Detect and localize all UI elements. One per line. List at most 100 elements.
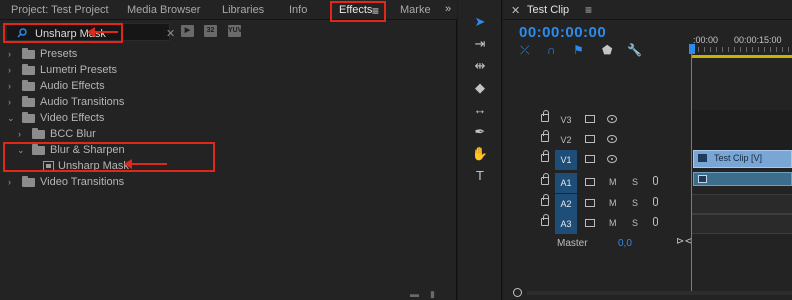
track-lane[interactable]	[692, 130, 792, 150]
track-v3: V3	[503, 110, 792, 130]
new-bin-icon[interactable]: ▬	[410, 289, 419, 299]
track-label[interactable]: A1	[555, 173, 577, 193]
microphone-icon[interactable]	[653, 176, 658, 185]
razor-tool-icon[interactable]: ◆	[471, 80, 489, 96]
microphone-icon[interactable]	[653, 197, 658, 206]
tab-markers[interactable]: Marke	[400, 4, 431, 16]
sync-lock-icon[interactable]	[585, 219, 595, 227]
folder-icon	[32, 128, 45, 139]
chevron-right-icon[interactable]: ›	[8, 65, 16, 75]
panel-menu-icon[interactable]: ≡	[585, 3, 592, 17]
chevron-right-icon[interactable]: ›	[8, 177, 16, 187]
slip-tool-icon[interactable]: ↔	[471, 102, 489, 118]
sync-lock-icon[interactable]	[585, 115, 595, 123]
mute-button[interactable]: M	[609, 177, 617, 187]
selection-tool-icon[interactable]: ➤	[471, 14, 489, 30]
sync-lock-icon[interactable]	[585, 199, 595, 207]
solo-button[interactable]: S	[632, 177, 638, 187]
sync-lock-icon[interactable]	[585, 155, 595, 163]
chevron-right-icon[interactable]: ›	[18, 129, 26, 139]
work-area-bar[interactable]	[692, 55, 792, 58]
solo-button[interactable]: S	[632, 198, 638, 208]
microphone-icon[interactable]	[653, 217, 658, 226]
tree-item-label: Audio Effects	[40, 80, 105, 92]
tab-info[interactable]: Info	[289, 4, 307, 16]
unsharp-mask-arrow	[124, 159, 167, 169]
folder-icon	[22, 48, 35, 59]
add-marker-icon[interactable]: ⬟	[602, 43, 612, 57]
linked-selection-icon[interactable]: ⚑	[573, 43, 584, 57]
settings-wrench-icon[interactable]: 🔧	[627, 43, 642, 57]
close-icon[interactable]: ✕	[511, 4, 520, 17]
lock-icon[interactable]	[541, 110, 549, 122]
playhead-handle[interactable]	[689, 44, 695, 54]
ripple-edit-tool-icon[interactable]: ⇹	[471, 58, 489, 74]
tab-media-browser[interactable]: Media Browser	[127, 4, 200, 16]
lock-icon[interactable]	[541, 130, 549, 142]
folder-icon	[22, 176, 35, 187]
playhead-timecode[interactable]: 00:00:00:00	[519, 24, 606, 41]
track-select-tool-icon[interactable]: ⇥	[471, 36, 489, 52]
track-lane[interactable]	[692, 110, 792, 130]
lock-icon[interactable]	[541, 214, 549, 226]
eye-icon[interactable]	[607, 135, 617, 143]
tree-item-audio-effects[interactable]: › Audio Effects	[0, 79, 457, 95]
nest-sequence-icon[interactable]: ⤫	[520, 43, 530, 58]
sync-lock-icon[interactable]	[585, 178, 595, 186]
tree-item-bcc-blur[interactable]: › BCC Blur	[0, 127, 457, 143]
chevron-right-icon[interactable]: ›	[8, 97, 16, 107]
yuv-effects-icon[interactable]: YUV	[228, 25, 242, 37]
tree-item-video-transitions[interactable]: › Video Transitions	[0, 175, 457, 191]
audio-clip[interactable]	[693, 172, 792, 186]
snap-icon[interactable]: ∩	[547, 43, 556, 57]
search-arrow	[87, 27, 118, 37]
fx-badge-icon	[698, 175, 707, 183]
track-label[interactable]: V2	[555, 130, 577, 150]
track-lane[interactable]	[692, 194, 792, 214]
sync-lock-icon[interactable]	[585, 135, 595, 143]
lock-icon[interactable]	[541, 194, 549, 206]
time-ruler[interactable]: :00:00 00:00:15:00	[692, 28, 792, 56]
track-lane[interactable]	[692, 214, 792, 234]
clear-search-icon[interactable]: ✕	[166, 27, 175, 40]
video-clip[interactable]: Test Clip [V]	[693, 150, 792, 168]
track-label[interactable]: V3	[555, 110, 577, 130]
pen-tool-icon[interactable]: ✒	[471, 124, 489, 140]
tree-item-audio-transitions[interactable]: › Audio Transitions	[0, 95, 457, 111]
type-tool-icon[interactable]: T	[471, 168, 489, 184]
sequence-tab[interactable]: Test Clip	[527, 4, 569, 16]
tree-item-presets[interactable]: › Presets	[0, 47, 457, 63]
tab-overflow-icon[interactable]: »	[445, 3, 451, 15]
eye-icon[interactable]	[607, 155, 617, 163]
mute-button[interactable]: M	[609, 198, 617, 208]
ruler-start-label: :00:00	[693, 35, 719, 45]
delete-icon[interactable]: ▮	[430, 289, 435, 300]
accelerated-effects-icon[interactable]: ▶	[181, 25, 194, 37]
track-label[interactable]: A2	[555, 194, 577, 214]
tree-item-label: BCC Blur	[50, 128, 96, 140]
chevron-right-icon[interactable]: ›	[8, 81, 16, 91]
mute-button[interactable]: M	[609, 218, 617, 228]
tree-item-label: Audio Transitions	[40, 96, 125, 108]
32-bit-color-icon[interactable]: 32	[204, 25, 217, 37]
horizontal-scrollbar[interactable]	[527, 291, 792, 295]
tree-item-label: Lumetri Presets	[40, 64, 118, 76]
tree-item-lumetri-presets[interactable]: › Lumetri Presets	[0, 63, 457, 79]
chevron-right-icon[interactable]: ›	[8, 49, 16, 59]
hand-tool-icon[interactable]: ✋	[471, 146, 489, 162]
ruler-mark-label: 00:00:15:00	[734, 35, 782, 45]
track-label[interactable]: V1	[555, 150, 577, 170]
track-v2: V2	[503, 130, 792, 150]
eye-icon[interactable]	[607, 115, 617, 123]
tree-item-video-effects[interactable]: ⌄ Video Effects	[0, 111, 457, 127]
folder-icon	[22, 112, 35, 123]
tab-libraries[interactable]: Libraries	[222, 4, 264, 16]
zoom-handle-icon[interactable]	[513, 288, 522, 297]
tab-project[interactable]: Project: Test Project	[11, 4, 109, 16]
track-label[interactable]: A3	[555, 214, 577, 234]
lock-icon[interactable]	[541, 150, 549, 162]
solo-button[interactable]: S	[632, 218, 638, 228]
chevron-down-icon[interactable]: ⌄	[7, 113, 15, 123]
master-volume-value[interactable]: 0,0	[618, 238, 632, 249]
lock-icon[interactable]	[541, 173, 549, 185]
